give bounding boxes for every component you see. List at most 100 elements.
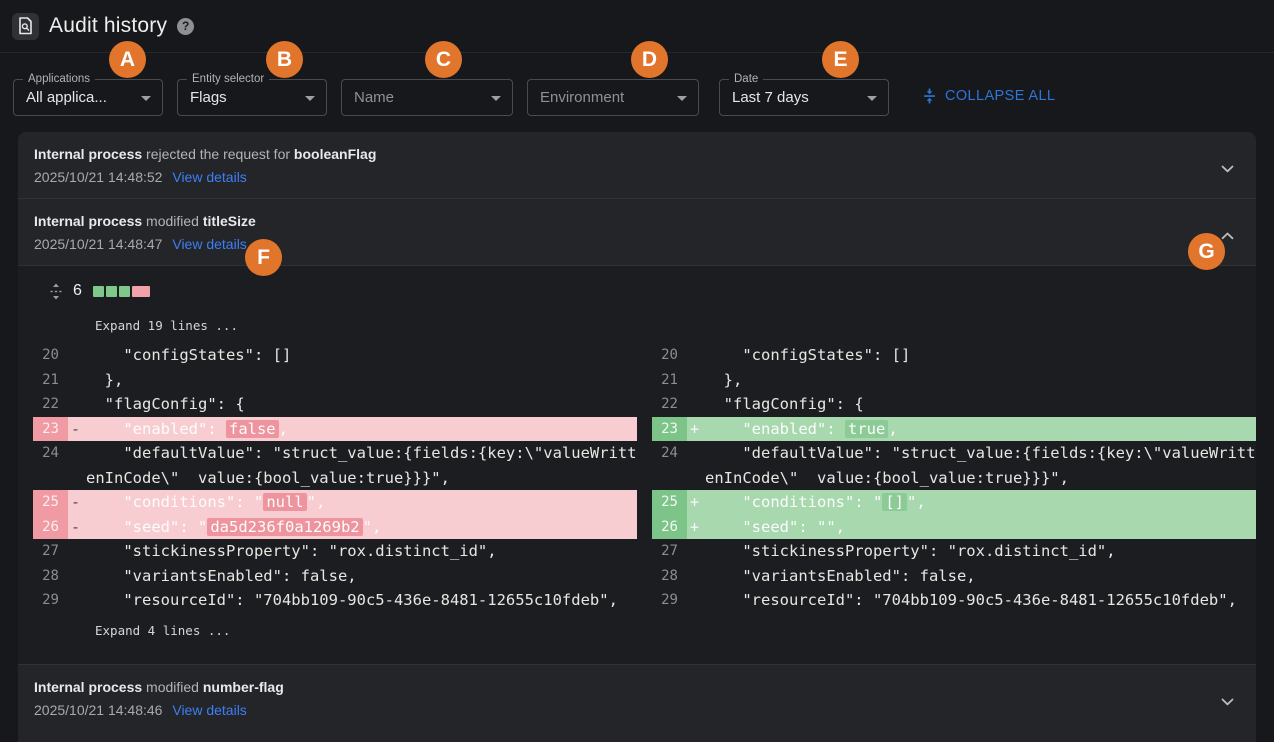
diff-context-line: 29 "resourceId": "704bb109-90c5-436e-848…: [637, 588, 1256, 613]
diff-context-line: 24 "defaultValue": "struct_value:{fields…: [18, 441, 637, 490]
audit-entry-booleanFlag[interactable]: Internal process rejected the request fo…: [18, 132, 1256, 198]
audit-entry-number-flag[interactable]: Internal process modified number-flag 20…: [18, 664, 1256, 731]
collapse-all-label: COLLAPSE ALL: [945, 88, 1055, 104]
diff-removed-line: 23- "enabled": false,: [18, 417, 637, 442]
line-number: 22: [33, 392, 68, 417]
code-text: "variantsEnabled": false,: [86, 564, 637, 589]
view-details-link[interactable]: View details: [172, 169, 246, 185]
line-number: 29: [652, 588, 687, 613]
diff-removed-line: 25- "conditions": "null",: [18, 490, 637, 515]
entry-target: titleSize: [203, 213, 256, 229]
code-text: "flagConfig": {: [86, 392, 637, 417]
code-text: "variantsEnabled": false,: [705, 564, 1256, 589]
collapse-vertical-icon: [922, 88, 937, 104]
line-number: 28: [652, 564, 687, 589]
diff-stat-row: 6: [18, 280, 1256, 302]
entry-timestamp: 2025/10/21 14:48:52: [34, 169, 162, 185]
dropdown-arrow-icon: [867, 96, 877, 101]
line-number: 27: [652, 539, 687, 564]
diff-sign: -: [68, 490, 86, 515]
diff-context-line: 20 "configStates": []: [637, 343, 1256, 368]
diff-panel: 6 Expand 19 lines ... 20 "configStates":…: [18, 265, 1256, 664]
line-number: 20: [652, 343, 687, 368]
diff-context-line: 27 "stickinessProperty": "rox.distinct_i…: [18, 539, 637, 564]
entity-selector-value: Flags: [190, 89, 227, 106]
diff-sign: -: [68, 417, 86, 442]
diff-context-line: 27 "stickinessProperty": "rox.distinct_i…: [637, 539, 1256, 564]
audit-entry-summary: Internal process rejected the request fo…: [34, 146, 1240, 162]
entry-action: modified: [146, 679, 199, 695]
diff-sign: [687, 539, 705, 564]
applications-dropdown[interactable]: Applications All applica...: [13, 79, 163, 116]
diff-context-line: 20 "configStates": []: [18, 343, 637, 368]
dropdown-arrow-icon: [141, 96, 151, 101]
entry-actor: Internal process: [34, 679, 142, 695]
expand-lines-bottom[interactable]: Expand 4 lines ...: [18, 623, 1256, 638]
line-number: 21: [652, 368, 687, 393]
entity-selector-dropdown[interactable]: Entity selector Flags: [177, 79, 327, 116]
page-title: Audit history: [49, 14, 167, 38]
code-text: "flagConfig": {: [705, 392, 1256, 417]
date-dropdown[interactable]: Date Last 7 days: [719, 79, 889, 116]
diff-sign: [687, 441, 705, 490]
unfold-handle-icon[interactable]: [50, 283, 62, 300]
diff-sign: [68, 343, 86, 368]
changed-word-highlight: null: [263, 493, 306, 511]
code-text: },: [86, 368, 637, 393]
diff-split-view: 20 "configStates": []21 },22 "flagConfig…: [18, 343, 1256, 613]
view-details-link[interactable]: View details: [172, 236, 246, 252]
dropdown-arrow-icon: [305, 96, 315, 101]
document-search-icon: [18, 17, 33, 35]
removed-stat-square: [132, 286, 150, 297]
diff-sign: [687, 368, 705, 393]
code-text: "resourceId": "704bb109-90c5-436e-8481-1…: [86, 588, 637, 613]
annotation-badge-f: F: [245, 239, 282, 276]
environment-dropdown[interactable]: Environment: [527, 79, 699, 116]
code-text: "defaultValue": "struct_value:{fields:{k…: [705, 441, 1256, 490]
diff-context-line: 21 },: [637, 368, 1256, 393]
diff-sign: [687, 588, 705, 613]
code-text: "defaultValue": "struct_value:{fields:{k…: [86, 441, 637, 490]
applications-value: All applica...: [26, 89, 107, 106]
help-icon[interactable]: ?: [177, 18, 194, 35]
changed-word-highlight: true: [845, 420, 888, 438]
line-number: 20: [33, 343, 68, 368]
diff-sign: [68, 368, 86, 393]
code-text: "conditions": "[]",: [705, 490, 1256, 515]
diff-stat-squares: [93, 286, 150, 297]
diff-context-line: 24 "defaultValue": "struct_value:{fields…: [637, 441, 1256, 490]
diff-pane-before: 20 "configStates": []21 },22 "flagConfig…: [18, 343, 637, 613]
diff-added-line: 26+ "seed": "",: [637, 515, 1256, 540]
line-number: 24: [652, 441, 687, 490]
diff-context-line: 22 "flagConfig": {: [637, 392, 1256, 417]
dropdown-arrow-icon: [677, 96, 687, 101]
diff-pane-after: 20 "configStates": []21 },22 "flagConfig…: [637, 343, 1256, 613]
diff-sign: [68, 539, 86, 564]
chevron-down-icon[interactable]: [1217, 689, 1238, 715]
code-text: "conditions": "null",: [86, 490, 637, 515]
line-number: 25: [652, 490, 687, 515]
expand-lines-top[interactable]: Expand 19 lines ...: [18, 318, 1256, 333]
audit-entry-titleSize[interactable]: Internal process modified titleSize 2025…: [18, 198, 1256, 265]
annotation-badge-c: C: [425, 41, 462, 78]
collapse-all-button[interactable]: COLLAPSE ALL: [922, 88, 1055, 104]
view-details-link[interactable]: View details: [172, 702, 246, 718]
audit-entry-meta: 2025/10/21 14:48:52 View details: [34, 169, 1240, 185]
changed-word-highlight: da5d236f0a1269b2: [207, 518, 362, 536]
line-number: 22: [652, 392, 687, 417]
name-dropdown[interactable]: Name: [341, 79, 513, 116]
line-number: 28: [33, 564, 68, 589]
added-stat-square: [119, 286, 130, 297]
code-text: "enabled": false,: [86, 417, 637, 442]
diff-removed-line: 26- "seed": "da5d236f0a1269b2",: [18, 515, 637, 540]
chevron-down-icon[interactable]: [1217, 156, 1238, 182]
code-text: "seed": "da5d236f0a1269b2",: [86, 515, 637, 540]
code-text: "configStates": []: [705, 343, 1256, 368]
audit-entry-meta: 2025/10/21 14:48:46 View details: [34, 702, 1240, 718]
code-text: "stickinessProperty": "rox.distinct_id",: [705, 539, 1256, 564]
changed-word-highlight: false: [226, 420, 279, 438]
name-placeholder: Name: [354, 89, 394, 106]
code-text: "seed": "",: [705, 515, 1256, 540]
changed-word-highlight: []: [882, 493, 907, 511]
code-text: "resourceId": "704bb109-90c5-436e-8481-1…: [705, 588, 1256, 613]
